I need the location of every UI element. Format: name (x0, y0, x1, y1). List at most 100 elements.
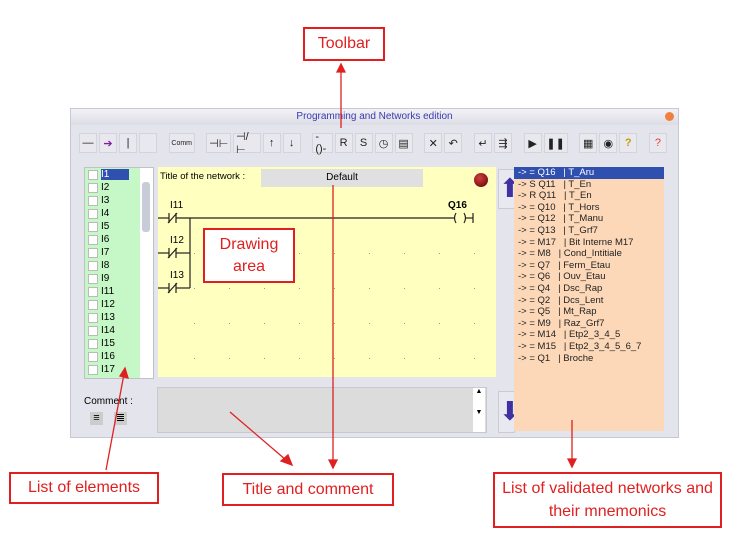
element-checkbox[interactable] (88, 325, 98, 336)
grid-dot (369, 323, 370, 324)
comment-button[interactable]: Comm (168, 133, 195, 153)
grid-dot (299, 323, 300, 324)
grid-dot (439, 288, 440, 289)
grid-dot (369, 253, 370, 254)
coil-button[interactable]: -()- (312, 131, 333, 155)
pause-button[interactable]: ❚❚ (543, 133, 568, 153)
close-icon[interactable] (665, 112, 674, 121)
grid-dot (264, 323, 265, 324)
contact-no-button[interactable]: ⊣⊢ (206, 133, 232, 153)
element-checkbox[interactable] (88, 182, 98, 193)
comment-scrollbar[interactable]: ▲ ▼ (473, 388, 485, 432)
timer-icon: ◷ (378, 137, 389, 150)
grid-dot (334, 323, 335, 324)
undo-button[interactable]: ↶ (444, 133, 463, 153)
elements-scrollbar[interactable] (140, 168, 153, 378)
element-checkbox[interactable] (88, 247, 98, 258)
element-checkbox[interactable] (88, 273, 98, 284)
element-checkbox[interactable] (88, 234, 98, 245)
element-checkbox[interactable] (88, 195, 98, 206)
elements-list[interactable]: I1 I2 I3 I4 I5 I6 I7 I8 I9 I11 I12 I13 I14 I15 I16 I17 (84, 167, 154, 379)
grid-dot (474, 288, 475, 289)
grid-dot (264, 358, 265, 359)
grid-dot (194, 323, 195, 324)
element-checkbox[interactable] (88, 260, 98, 271)
network-item[interactable]: -> = Q1 | Broche (514, 353, 664, 365)
validated-networks-list[interactable]: -> = Q16 | T_Aru -> S Q11 | T_En -> R Q11 … (514, 167, 664, 431)
element-checkbox[interactable] (88, 364, 98, 375)
delete-icon: ✕ (428, 137, 438, 150)
reset-icon: R (339, 137, 348, 149)
network-item[interactable]: -> = Q13 | T_Grf7 (514, 225, 664, 237)
counter-icon: ▤ (398, 137, 409, 150)
grid-dot (404, 323, 405, 324)
network-item[interactable]: -> = M15 | Etp2_3_4_5_6_7 (514, 341, 664, 353)
element-checkbox[interactable] (88, 221, 98, 232)
grid-dot (439, 358, 440, 359)
network-item[interactable]: -> = M9 | Raz_Grf7 (514, 318, 664, 330)
falling-edge-button[interactable]: ↓ (282, 133, 301, 153)
delete-button[interactable]: ✕ (424, 133, 443, 153)
horizontal-line-button[interactable]: — (79, 133, 97, 153)
element-label: I3 (101, 195, 110, 206)
network-item[interactable]: -> = Q5 | Mt_Rap (514, 306, 664, 318)
blank-button[interactable] (139, 133, 157, 153)
align-center-icon[interactable]: ≣ (114, 412, 127, 425)
reset-button[interactable]: R (334, 133, 353, 153)
network-item[interactable]: -> = M14 | Etp2_3_4_5 (514, 329, 664, 341)
element-checkbox[interactable] (88, 338, 98, 349)
element-label: I5 (101, 221, 110, 232)
grid-dot (404, 253, 405, 254)
element-checkbox[interactable] (88, 299, 98, 310)
element-label: I6 (101, 234, 110, 245)
element-checkbox[interactable] (88, 169, 98, 180)
help-button[interactable]: ? (619, 133, 638, 153)
network-item[interactable]: -> = Q12 | T_Manu (514, 213, 664, 225)
scroll-thumb[interactable] (142, 182, 150, 232)
element-label: I14 (101, 325, 115, 336)
network-item[interactable]: -> = Q6 | Ouv_Etau (514, 271, 664, 283)
element-checkbox[interactable] (88, 286, 98, 297)
view-icon: ◉ (603, 137, 614, 150)
enter-icon: ↵ (478, 137, 488, 150)
rising-edge-button[interactable]: ↑ (262, 133, 281, 153)
counter-button[interactable]: ▤ (394, 133, 413, 153)
grid-dot (229, 288, 230, 289)
window-title: Programming and Networks edition (71, 109, 678, 125)
network-item[interactable]: -> = Q10 | T_Hors (514, 202, 664, 214)
element-label: I12 (101, 299, 115, 310)
align-left-icon[interactable]: ≡ (90, 412, 103, 425)
vertical-line-button[interactable]: | (119, 133, 137, 153)
enter-button[interactable]: ↵ (473, 133, 492, 153)
set-button[interactable]: S (354, 133, 373, 153)
element-checkbox[interactable] (88, 312, 98, 323)
contact-nc-button[interactable]: ⊣/⊢ (233, 131, 261, 156)
network-item[interactable]: -> = M8 | Cond_Intitiale (514, 248, 664, 260)
comment-input[interactable] (157, 387, 487, 433)
network-item[interactable]: -> = M17 | Bit Interne M17 (514, 237, 664, 249)
arrow-up-icon[interactable]: ⬆ (498, 169, 521, 209)
timer-button[interactable]: ◷ (374, 133, 393, 153)
insert-button[interactable]: ⇶ (493, 133, 512, 153)
view-button[interactable]: ◉ (599, 133, 618, 153)
contact-label: I12 (170, 235, 184, 246)
grid-button[interactable]: ▦ (579, 133, 598, 153)
network-item[interactable]: -> R Q11 | T_En (514, 190, 664, 202)
comment-icon: Comm (171, 139, 193, 147)
network-item[interactable]: -> = Q4 | Dsc_Rap (514, 283, 664, 295)
element-checkbox[interactable] (88, 208, 98, 219)
arrow-button[interactable]: ➔ (99, 133, 117, 153)
network-item[interactable]: -> S Q11 | T_En (514, 179, 664, 191)
element-checkbox[interactable] (88, 351, 98, 362)
network-item[interactable]: -> = Q16 | T_Aru (514, 167, 664, 179)
rising-edge-icon: ↑ (268, 137, 275, 149)
network-item[interactable]: -> = Q7 | Ferm_Etau (514, 260, 664, 272)
arrow-down-icon[interactable]: ⬇ (498, 391, 521, 433)
grid-dot (194, 253, 195, 254)
grid-dot (474, 323, 475, 324)
grid-dot (334, 288, 335, 289)
network-item[interactable]: -> = Q2 | Dcs_Lent (514, 295, 664, 307)
run-button[interactable]: ▶ (523, 133, 542, 153)
element-label: I17 (101, 364, 115, 375)
exit-button[interactable]: ? (648, 133, 667, 153)
